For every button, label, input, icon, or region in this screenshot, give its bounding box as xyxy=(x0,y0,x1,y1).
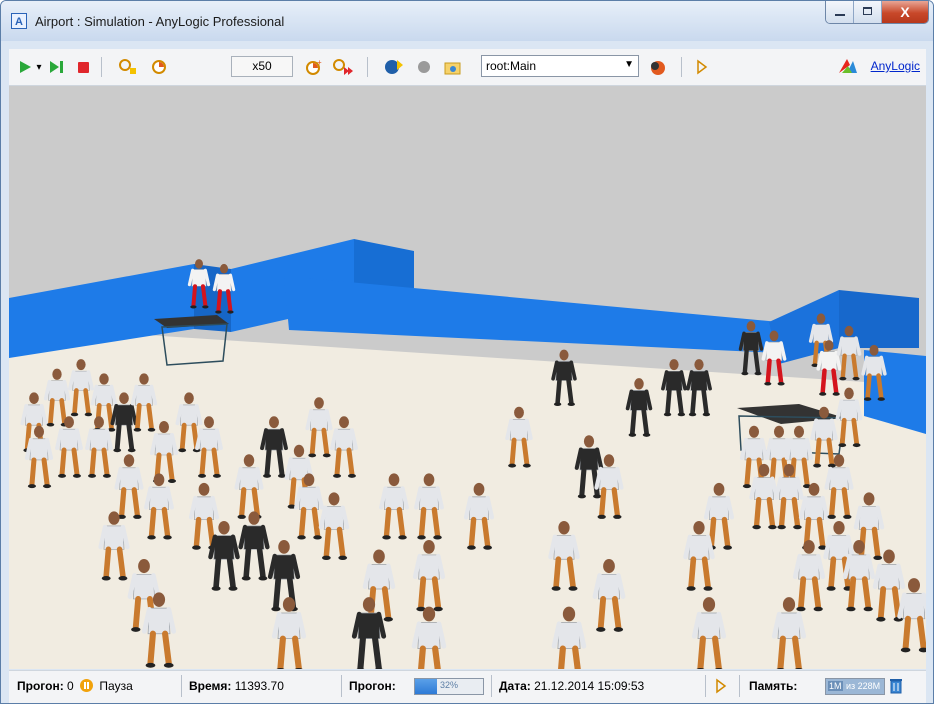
status-bar: Прогон: 0 Пауза Время: 11393.70 Прогон: … xyxy=(9,670,926,703)
navigate-up-icon xyxy=(385,60,403,74)
clock-slow-icon xyxy=(152,60,166,74)
toolbar-separator xyxy=(367,57,368,77)
toolbar-separator xyxy=(101,57,102,77)
developer-panel-button[interactable] xyxy=(695,58,711,76)
play-icon xyxy=(20,61,31,73)
speed-display: x50 xyxy=(231,56,293,77)
status-separator xyxy=(739,675,740,697)
close-button[interactable]: X xyxy=(882,1,928,23)
step-icon xyxy=(50,61,63,73)
developer-panel-toggle[interactable] xyxy=(715,678,729,697)
simulation-3d-viewport[interactable] xyxy=(9,86,926,669)
model-date: Дата: 21.12.2014 15:09:53 xyxy=(499,679,645,693)
anylogic-app-icon[interactable]: A xyxy=(11,13,27,29)
run-progress-bar: 32% xyxy=(414,678,484,695)
speed-realtime-icon xyxy=(119,59,136,74)
pause-icon xyxy=(80,679,94,692)
run-status: Прогон: 0 Пауза xyxy=(17,679,133,693)
maximize-icon xyxy=(863,7,872,15)
svg-text:+: + xyxy=(317,59,322,67)
status-separator xyxy=(341,675,342,697)
progress-label: Прогон: xyxy=(349,679,396,693)
faster-button[interactable]: + xyxy=(303,58,325,76)
home-agent-button[interactable] xyxy=(413,58,435,76)
maximize-button[interactable] xyxy=(854,1,882,23)
realtime-speed-button[interactable] xyxy=(117,58,139,76)
clock-fast-icon: + xyxy=(306,59,322,75)
developer-panel-icon xyxy=(716,678,727,694)
window-controls: X xyxy=(825,1,929,24)
airport-3d-scene[interactable] xyxy=(9,86,926,669)
experiment-button[interactable] xyxy=(645,58,669,76)
chevron-down-icon: ▼ xyxy=(624,59,634,70)
trash-icon xyxy=(890,679,902,694)
step-button[interactable] xyxy=(47,58,67,76)
model-time: Время: 11393.70 xyxy=(189,679,284,693)
developer-panel-icon xyxy=(697,59,708,75)
status-separator xyxy=(705,675,706,697)
title-bar[interactable]: A Airport : Simulation - AnyLogic Profes… xyxy=(1,1,933,41)
agent-disabled-icon xyxy=(418,61,430,73)
window-title: Airport : Simulation - AnyLogic Professi… xyxy=(35,14,285,29)
memory-label: Память: xyxy=(749,679,798,693)
status-separator xyxy=(491,675,492,697)
run-until-icon xyxy=(333,59,353,75)
minimize-icon xyxy=(835,14,845,16)
application-window: A Airport : Simulation - AnyLogic Profes… xyxy=(0,0,934,704)
minimize-button[interactable] xyxy=(826,1,854,23)
garbage-collect-button[interactable] xyxy=(889,677,903,697)
simulation-toolbar: ▾ x50 + root:Main ▼ AnyLogic xyxy=(9,49,926,86)
anylogic-link[interactable]: AnyLogic xyxy=(871,59,920,73)
slower-button[interactable] xyxy=(149,58,171,76)
stop-button[interactable] xyxy=(75,58,91,76)
root-selector[interactable]: root:Main ▼ xyxy=(481,55,639,77)
folder-back-icon xyxy=(444,62,461,75)
run-until-button[interactable] xyxy=(331,58,355,76)
memory-usage-bar: 1M из 228M xyxy=(825,678,885,695)
navigate-up-button[interactable] xyxy=(383,58,405,76)
status-separator xyxy=(181,675,182,697)
run-menu-button[interactable]: ▾ xyxy=(33,58,45,76)
stop-icon xyxy=(77,61,89,73)
run-button[interactable] xyxy=(17,58,33,76)
back-button[interactable] xyxy=(441,58,465,76)
experiment-icon xyxy=(651,61,665,75)
toolbar-separator xyxy=(681,57,682,77)
anylogic-logo-icon xyxy=(838,57,858,78)
